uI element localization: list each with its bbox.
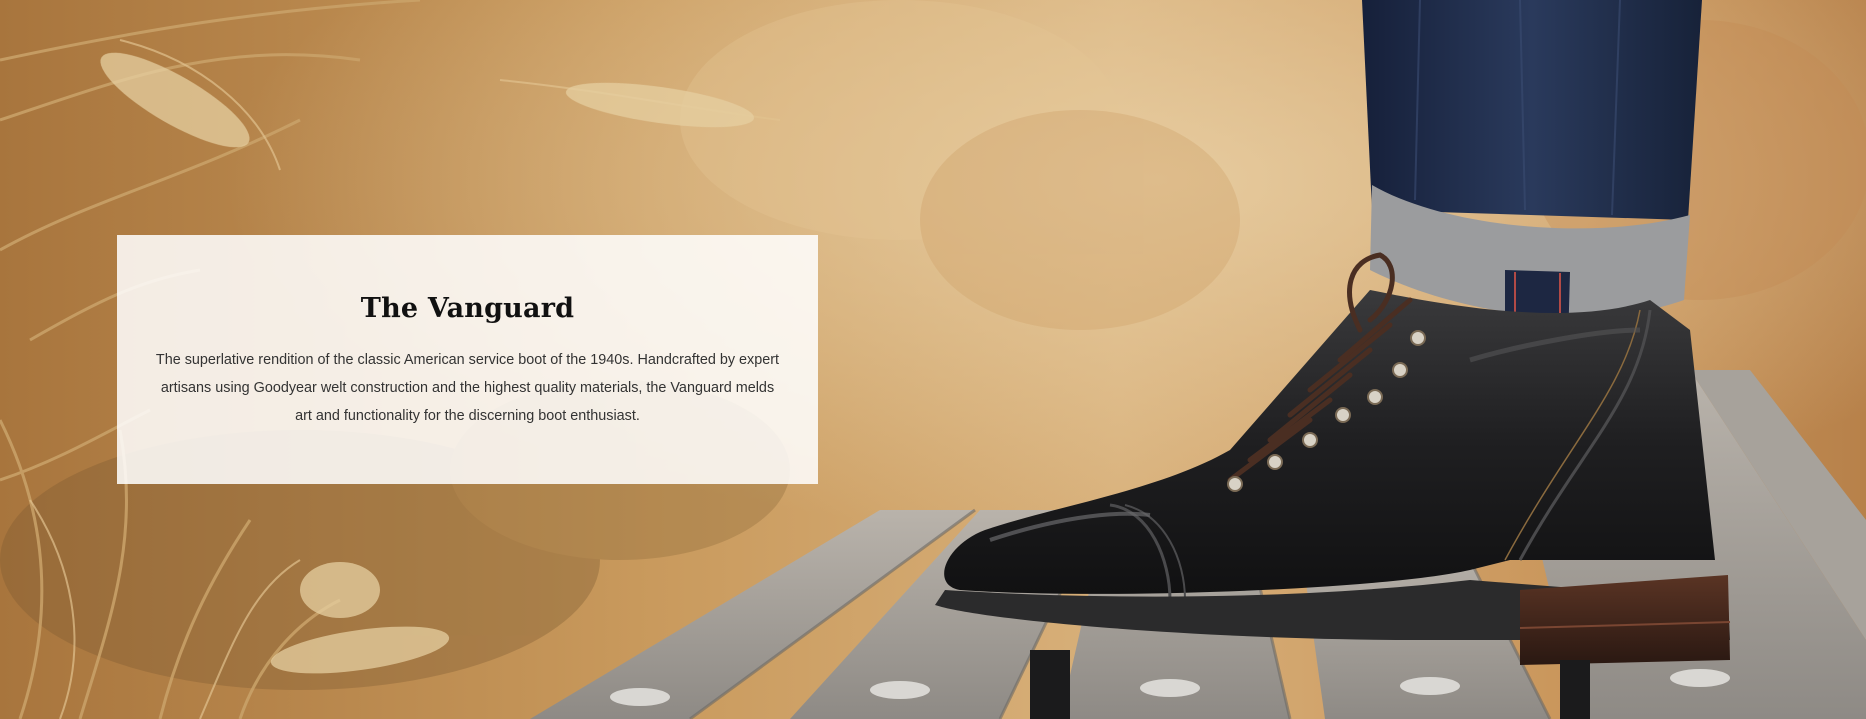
product-info-card: The Vanguard The superlative rendition o… xyxy=(117,235,818,484)
product-title: The Vanguard xyxy=(360,293,575,324)
hero-banner: The Vanguard The superlative rendition o… xyxy=(0,0,1866,719)
product-description: The superlative rendition of the classic… xyxy=(155,352,780,424)
